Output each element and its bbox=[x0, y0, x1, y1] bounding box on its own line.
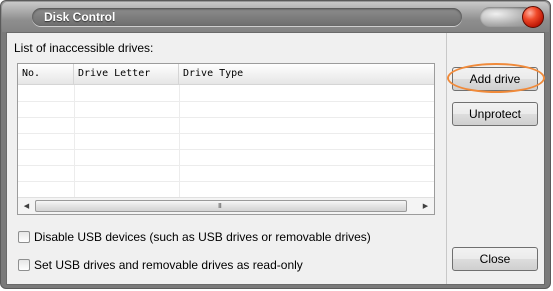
title-bar[interactable]: Disk Control bbox=[2, 2, 549, 32]
close-button[interactable]: Close bbox=[452, 247, 538, 271]
add-drive-button[interactable]: Add drive bbox=[452, 67, 538, 91]
column-header-drive-type[interactable]: Drive Type bbox=[179, 64, 434, 84]
scroll-left-icon[interactable]: ◀ bbox=[19, 199, 34, 214]
list-row bbox=[18, 165, 434, 182]
scrollbar-thumb[interactable]: III bbox=[35, 200, 407, 212]
readonly-usb-option[interactable]: Set USB drives and removable drives as r… bbox=[18, 258, 303, 272]
disk-control-window: Disk Control List of inaccessible drives… bbox=[0, 0, 551, 289]
actions-panel: Add drive Unprotect Close bbox=[447, 33, 544, 284]
list-row bbox=[18, 117, 434, 134]
horizontal-scrollbar[interactable]: ◀ III ▶ bbox=[18, 197, 434, 214]
scroll-right-icon[interactable]: ▶ bbox=[418, 199, 433, 214]
window-title: Disk Control bbox=[44, 10, 116, 24]
disable-usb-label[interactable]: Disable USB devices (such as USB drives … bbox=[34, 230, 371, 244]
close-window-button[interactable] bbox=[522, 6, 544, 28]
list-row bbox=[18, 85, 434, 102]
readonly-usb-label[interactable]: Set USB drives and removable drives as r… bbox=[34, 258, 303, 272]
readonly-usb-checkbox[interactable] bbox=[18, 259, 30, 271]
list-row bbox=[18, 101, 434, 118]
list-row bbox=[18, 133, 434, 150]
list-body bbox=[18, 85, 434, 198]
column-header-drive-letter[interactable]: Drive Letter bbox=[74, 64, 179, 84]
drives-panel: List of inaccessible drives: No. Drive L… bbox=[7, 33, 447, 284]
disable-usb-option[interactable]: Disable USB devices (such as USB drives … bbox=[18, 230, 371, 244]
disable-usb-checkbox[interactable] bbox=[18, 231, 30, 243]
list-row bbox=[18, 149, 434, 166]
unprotect-button[interactable]: Unprotect bbox=[452, 102, 538, 126]
list-label: List of inaccessible drives: bbox=[14, 41, 154, 55]
scrollbar-grip: III bbox=[218, 203, 222, 210]
drives-list[interactable]: No. Drive Letter Drive Type ◀ III ▶ bbox=[17, 63, 435, 215]
list-header: No. Drive Letter Drive Type bbox=[18, 64, 434, 85]
dialog-client-area: List of inaccessible drives: No. Drive L… bbox=[6, 32, 545, 285]
column-header-no[interactable]: No. bbox=[18, 64, 74, 84]
list-row bbox=[18, 181, 434, 198]
